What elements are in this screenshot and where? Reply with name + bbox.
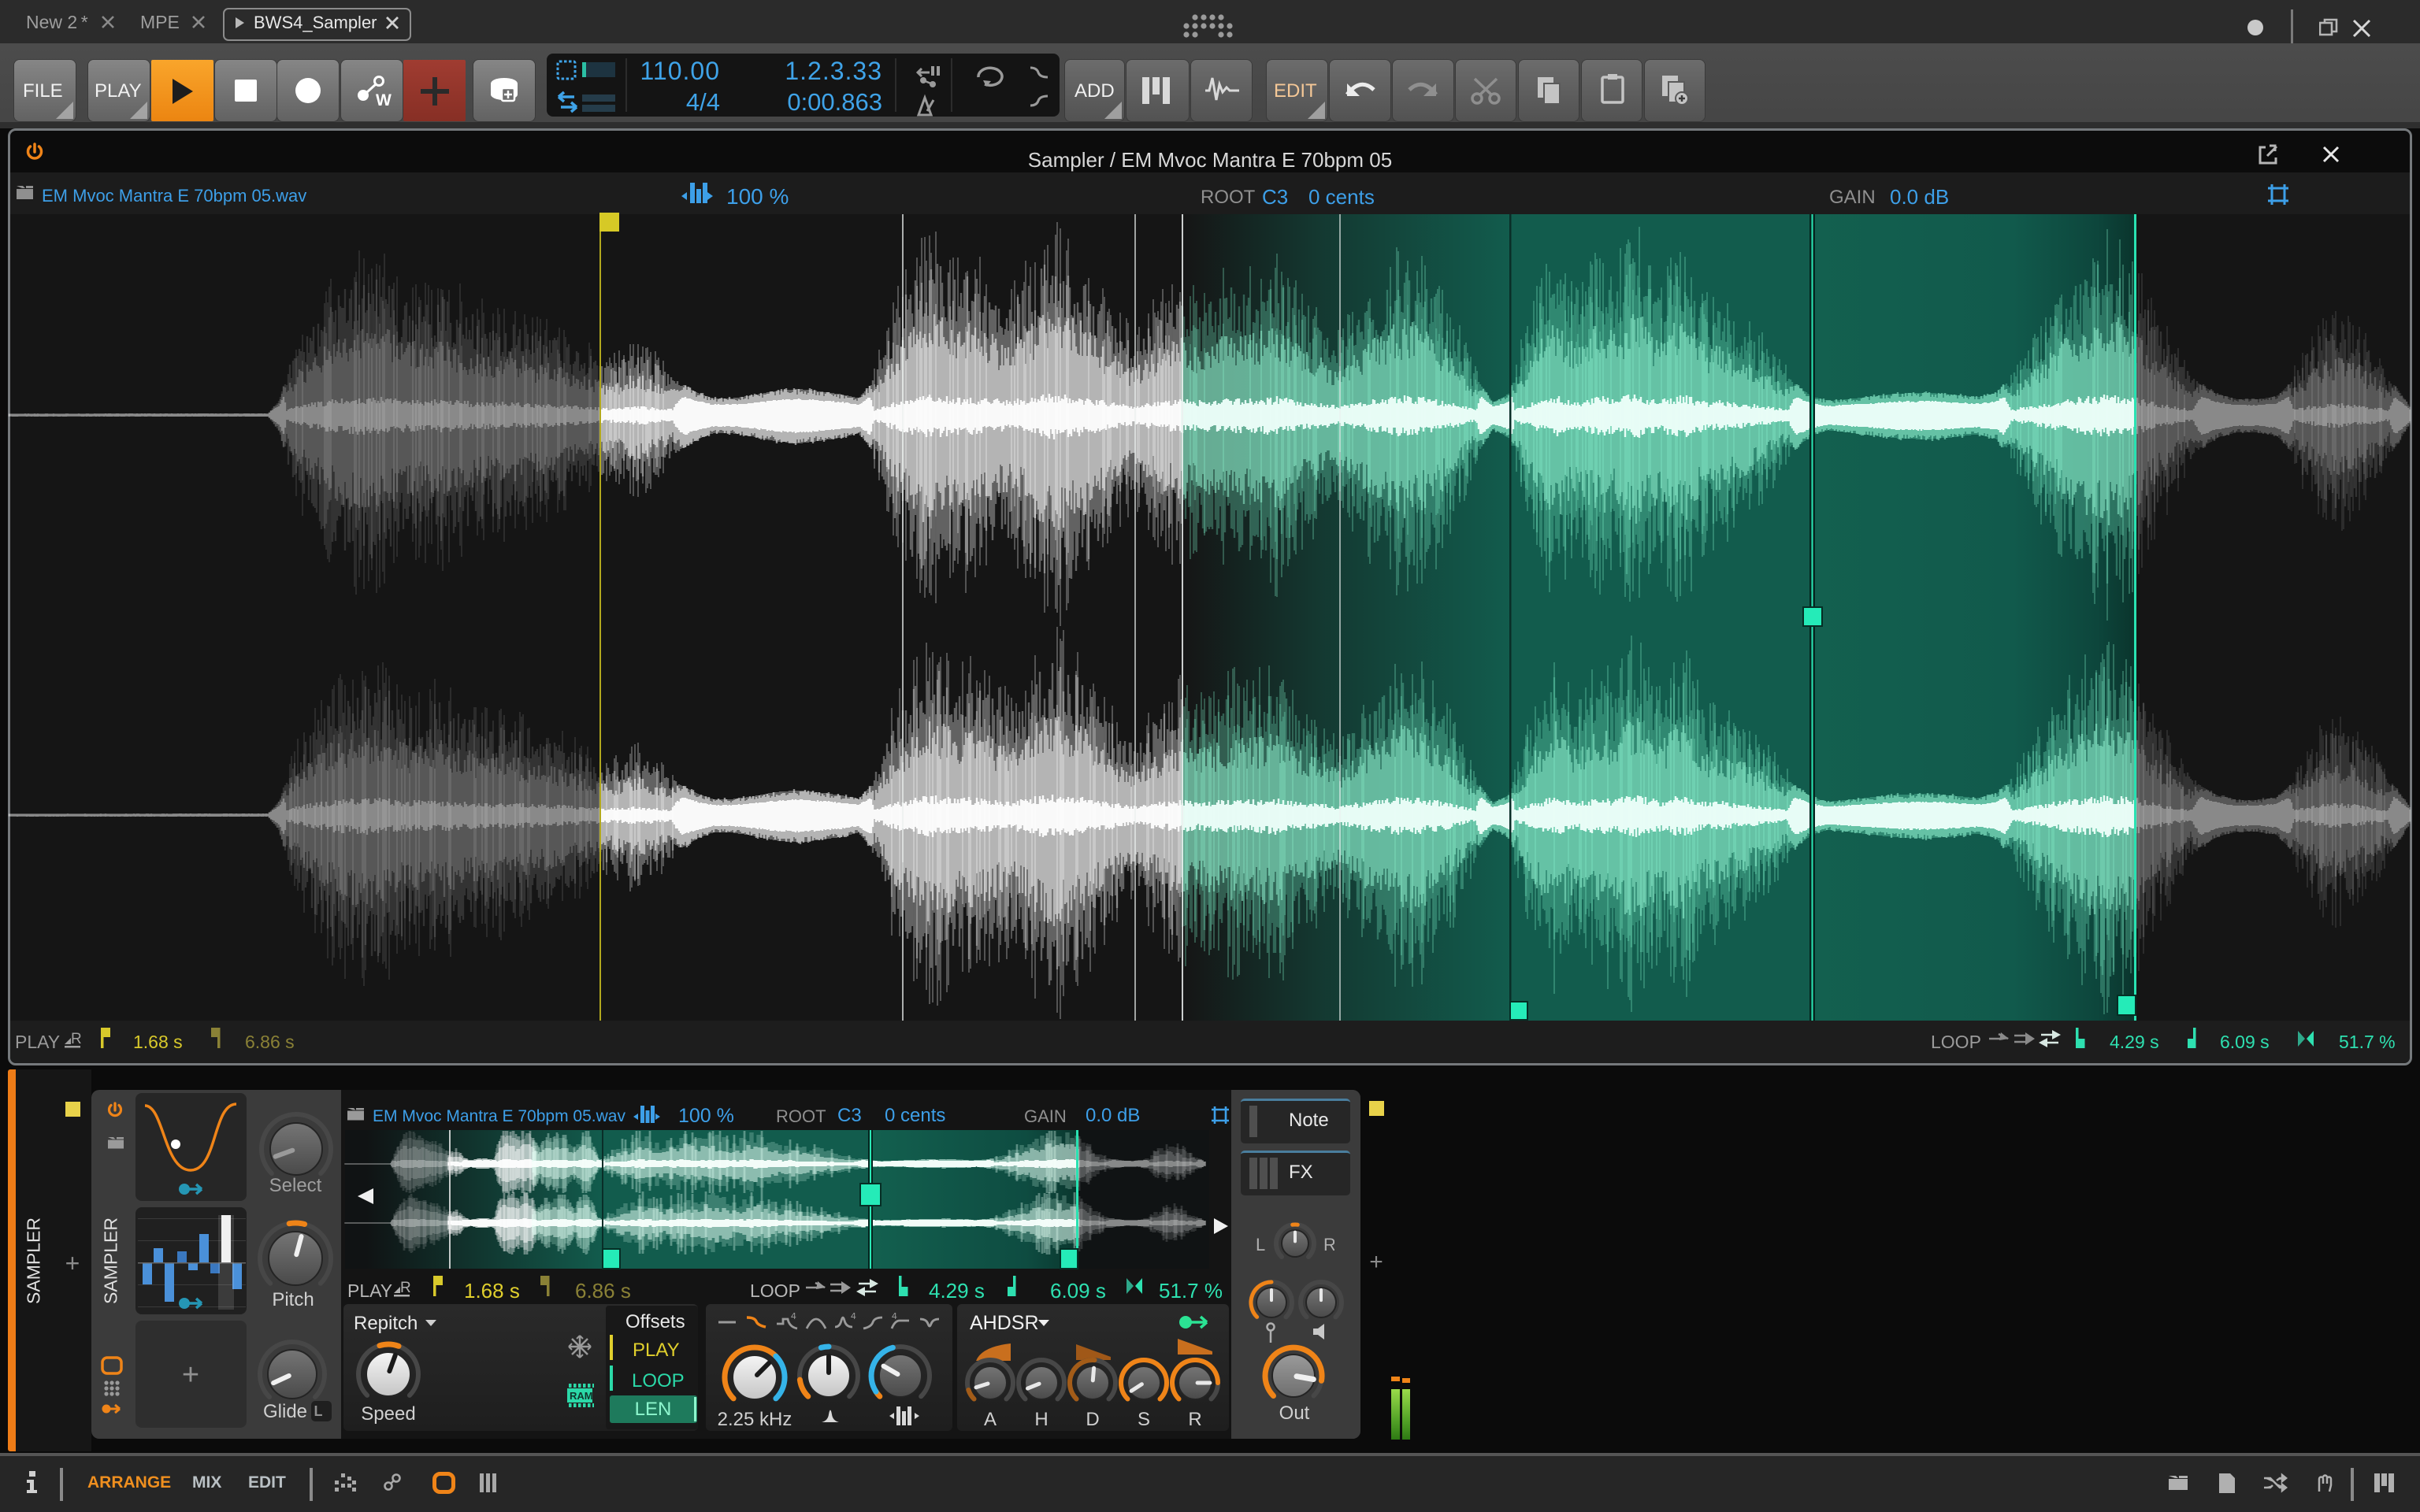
svg-text:RAM: RAM bbox=[570, 1390, 593, 1402]
svg-text:4: 4 bbox=[892, 1313, 897, 1321]
svg-text:R: R bbox=[400, 1280, 411, 1296]
svg-text:4: 4 bbox=[851, 1313, 856, 1321]
svg-text:R: R bbox=[1323, 1235, 1334, 1254]
svg-text:L: L bbox=[1256, 1235, 1265, 1254]
svg-text:4: 4 bbox=[791, 1313, 796, 1321]
